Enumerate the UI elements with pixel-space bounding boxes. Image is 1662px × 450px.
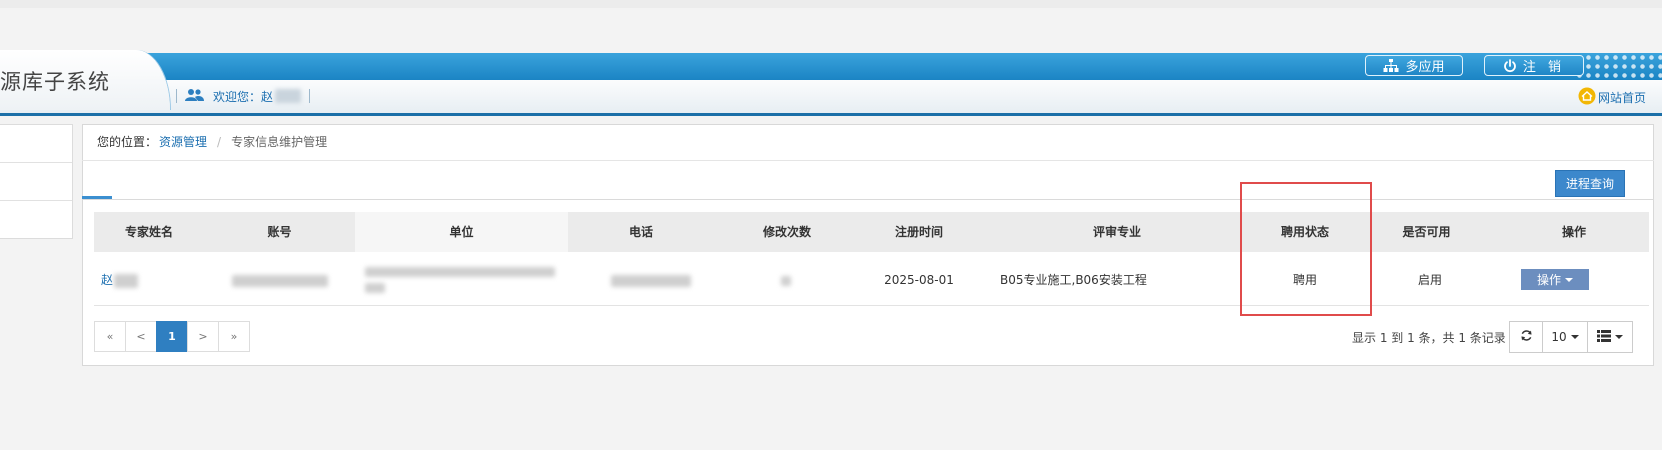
multi-app-button[interactable]: 多应用 [1365,55,1463,76]
breadcrumb-current: 专家信息维护管理 [231,135,328,149]
chevron-down-icon [1570,335,1579,339]
system-title: 资源库子系统 [0,70,110,94]
header-dot-pattern [1575,53,1662,80]
logout-label: 注 销 [1522,60,1566,75]
col-header-action[interactable]: 操作 [1499,212,1649,252]
col-header-name[interactable]: 专家姓名 [94,212,204,252]
row-divider [94,305,1649,306]
home-link-label: 网站首页 [1598,91,1647,105]
redacted [610,274,691,287]
cell-enabled: 启用 [1417,273,1442,287]
table-tools: 10 [1509,321,1633,353]
page-size-value: 10 [1551,330,1567,344]
welcome-label: 欢迎您： [213,89,262,104]
chevron-down-icon [1565,277,1573,282]
breadcrumb-prefix: 您的位置： [97,135,158,149]
page-last-button[interactable]: » [218,321,250,352]
sidebar-item[interactable] [0,163,72,201]
pagination: « < 1 > » [94,321,250,352]
row-action-dropdown[interactable]: 操作 [1521,269,1589,290]
page-size-dropdown[interactable]: 10 [1542,321,1588,353]
page-prev-button[interactable]: < [125,321,157,352]
col-header-account[interactable]: 账号 [204,212,355,252]
divider [309,89,311,103]
col-header-hire-status[interactable]: 聘用状态 [1256,212,1354,252]
cell-edit-count [778,270,794,290]
redacted [365,282,385,293]
breadcrumb-resource-mgmt[interactable]: 资源管理 [159,133,207,150]
power-icon [1503,58,1517,73]
col-header-specialty[interactable]: 评审专业 [978,212,1256,252]
chevron-down-icon [1615,335,1623,339]
refresh-icon [1520,329,1533,345]
page-next-button[interactable]: > [187,321,219,352]
cell-name[interactable]: 赵 [101,270,151,290]
redacted [365,266,555,277]
home-link[interactable]: 网站首页 [1578,87,1646,108]
sidebar-item[interactable] [0,201,72,238]
col-header-enabled[interactable]: 是否可用 [1354,212,1499,252]
welcome-area: 欢迎您： 赵 [176,86,311,106]
redacted [232,274,328,287]
tab-active-indicator[interactable] [82,196,112,199]
col-header-unit[interactable]: 单位 [355,212,568,252]
cell-unit [365,264,560,296]
tab-bar-line [82,199,1654,200]
cell-name-text: 赵 [101,273,114,287]
record-summary: 显示 1 到 1 条，共 1 条记录 [1352,331,1506,345]
home-icon [1578,87,1596,108]
redacted [114,273,139,288]
refresh-button[interactable] [1509,321,1543,353]
cell-phone [608,270,693,290]
col-header-edit-count[interactable]: 修改次数 [714,212,860,252]
user-name-redacted [275,89,302,103]
cell-hire-status: 聘用 [1292,273,1317,287]
sitemap-icon [1383,58,1399,73]
process-query-button[interactable]: 进程查询 [1555,170,1625,197]
breadcrumb-divider [82,160,1654,161]
cell-specialty: B05专业施工,B06安装工程 [1000,273,1147,287]
sidebar-item[interactable] [0,125,72,163]
breadcrumb: 您的位置： 资源管理 / 专家信息维护管理 [97,133,327,150]
col-header-reg-date[interactable]: 注册时间 [860,212,978,252]
divider [176,89,177,103]
row-action-label: 操作 [1536,273,1561,287]
breadcrumb-separator: / [217,134,222,149]
multi-app-label: 多应用 [1405,60,1445,75]
browser-top-strip [0,0,1662,8]
columns-toggle-button[interactable] [1587,321,1633,353]
cell-account [230,270,330,290]
page-first-button[interactable]: « [94,321,126,352]
logout-button[interactable]: 注 销 [1484,55,1584,76]
list-icon [1597,329,1611,345]
sidebar [0,124,73,239]
col-header-phone[interactable]: 电话 [568,212,714,252]
user-name: 赵 [261,89,274,104]
redacted [781,275,791,286]
users-icon [185,88,205,105]
cell-reg-date: 2025-08-01 [884,273,954,287]
page-number-button[interactable]: 1 [156,321,188,352]
